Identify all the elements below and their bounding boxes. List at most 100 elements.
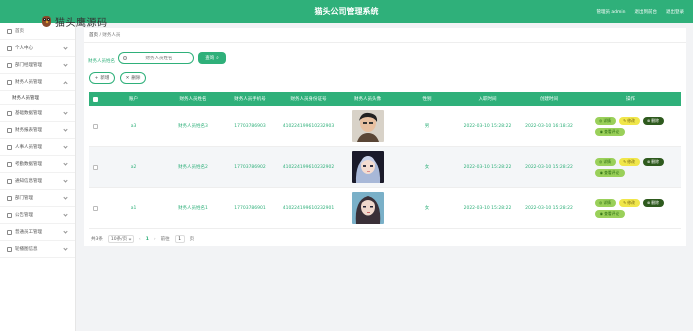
avatar-image xyxy=(351,110,384,142)
page-size-select[interactable]: 10条/页 xyxy=(107,235,134,243)
search-button[interactable]: 查询 ⌕ xyxy=(198,52,226,64)
row-actions: ◎ 详情 ✎ 修改 ⊗ 删除 ◉ 查看评论 xyxy=(594,116,667,136)
sidebar-item-profile[interactable]: 个人中心 xyxy=(0,40,75,57)
finance-icon xyxy=(7,79,12,85)
cell-idcard: 410224199610232901 xyxy=(282,205,335,211)
data-icon xyxy=(7,110,12,116)
sidebar-subitem-finance-staff[interactable]: 财务人员管理 xyxy=(0,91,75,105)
detail-button[interactable]: ◎ 详情 xyxy=(594,157,616,166)
review-button[interactable]: ◉ 查看评论 xyxy=(594,127,625,136)
header-name: 财务人员姓名 xyxy=(179,97,207,102)
user-icon xyxy=(7,45,12,51)
trash-icon: ✕ xyxy=(125,75,130,81)
comment-icon: ◉ xyxy=(599,211,604,216)
info-icon: ◎ xyxy=(599,118,603,123)
manager-icon xyxy=(7,62,12,68)
info-icon: ◎ xyxy=(599,159,603,164)
data-table: 账户 财务人员姓名 财务人员手机号 财务人员身份证号 财务人员头像 性别 入职时… xyxy=(89,92,681,229)
sidebar-item-staff[interactable]: 普通员工管理 xyxy=(0,224,75,241)
row-checkbox[interactable] xyxy=(93,205,98,211)
cell-entry-time: 2022-03-10 15:28:22 xyxy=(463,205,512,211)
header-entry-time: 入职时间 xyxy=(478,97,497,102)
edit-icon: ✎ xyxy=(623,200,627,205)
detail-button[interactable]: ◎ 详情 xyxy=(594,116,616,125)
trash-icon: ⊗ xyxy=(647,159,651,164)
search-icon xyxy=(123,56,127,60)
sidebar-item-finance-report[interactable]: 财务报表管理 xyxy=(0,122,75,139)
edit-button[interactable]: ✎ 修改 xyxy=(618,157,640,166)
cell-phone: 17703786902 xyxy=(234,164,266,170)
table-row: a2 财务人员姓名2 17703786902 41022419961023290… xyxy=(89,147,681,188)
header-ops: 操作 xyxy=(626,97,635,102)
select-all-checkbox[interactable] xyxy=(93,96,98,102)
sidebar-item-hr-staff[interactable]: 人事人员管理 xyxy=(0,139,75,156)
cell-sex: 男 xyxy=(424,124,430,129)
delete-button[interactable]: ✕ 删除 xyxy=(120,72,146,84)
divider xyxy=(84,42,686,43)
goto-page-input[interactable]: 1 xyxy=(174,235,185,243)
chevron-down-icon xyxy=(63,212,68,217)
sidebar: 首页 个人中心 部门经理管理 财务人员管理 财务人员管理 基础数据管理 财务报表… xyxy=(0,23,76,331)
hr-icon xyxy=(7,144,12,150)
search-input[interactable] xyxy=(129,55,189,61)
cell-created-time: 2022-03-10 16:18:32 xyxy=(525,123,573,129)
row-checkbox[interactable] xyxy=(93,164,98,170)
sidebar-item-basic-data[interactable]: 基础数据管理 xyxy=(0,105,75,122)
comment-icon: ◉ xyxy=(599,129,604,134)
cell-sex: 女 xyxy=(424,165,430,170)
sidebar-item-dept[interactable]: 部门管理 xyxy=(0,190,75,207)
report-icon xyxy=(7,127,12,133)
cell-name: 财务人员姓名3 xyxy=(178,124,208,129)
chevron-down-icon xyxy=(63,45,68,50)
sidebar-item-dept-manager[interactable]: 部门经理管理 xyxy=(0,57,75,74)
total-count: 共3条 xyxy=(91,237,103,242)
edit-button[interactable]: ✎ 修改 xyxy=(618,198,640,207)
front-link[interactable]: 退出到前台 xyxy=(635,9,658,15)
delete-row-button[interactable]: ⊗ 删除 xyxy=(642,157,664,166)
announcement-icon xyxy=(7,212,12,218)
review-button[interactable]: ◉ 查看评论 xyxy=(594,209,625,218)
info-icon: ◎ xyxy=(599,200,603,205)
table-row: a3 财务人员姓名3 17703786903 41022419961023290… xyxy=(89,106,681,147)
row-checkbox[interactable] xyxy=(93,123,98,129)
detail-button[interactable]: ◎ 详情 xyxy=(594,198,616,207)
user-label: 管理员 admin xyxy=(596,10,626,15)
sidebar-item-carousel[interactable]: 轮播图信息 xyxy=(0,241,75,258)
chevron-down-icon xyxy=(128,237,132,240)
add-button[interactable]: + 新增 xyxy=(89,72,115,84)
header-created-time: 创建时间 xyxy=(540,97,558,102)
delete-row-button[interactable]: ⊗ 删除 xyxy=(642,116,664,125)
edit-button[interactable]: ✎ 修改 xyxy=(618,116,640,125)
breadcrumb-home[interactable]: 首页 xyxy=(89,33,98,38)
cell-account: a2 xyxy=(130,164,137,170)
chevron-down-icon xyxy=(63,246,68,251)
search-field[interactable] xyxy=(118,52,194,64)
logo-text: 猫头鹰源码 xyxy=(55,17,108,29)
sidebar-item-announcement[interactable]: 公告管理 xyxy=(0,207,75,224)
chevron-down-icon xyxy=(63,62,68,67)
comment-icon: ◉ xyxy=(599,170,604,175)
cell-account: a1 xyxy=(130,205,137,211)
chevron-up-icon xyxy=(63,81,68,86)
sidebar-item-attendance[interactable]: 考勤数据管理 xyxy=(0,156,75,173)
chevron-down-icon xyxy=(63,195,68,200)
delete-row-button[interactable]: ⊗ 删除 xyxy=(642,198,664,207)
next-page-icon[interactable]: › xyxy=(154,237,156,242)
current-page[interactable]: 1 xyxy=(146,237,149,242)
page-suffix: 页 xyxy=(189,237,195,242)
logo: 猫头鹰源码 xyxy=(41,14,108,29)
sidebar-item-notice[interactable]: 通知信息管理 xyxy=(0,173,75,190)
edit-icon: ✎ xyxy=(623,118,627,123)
home-icon xyxy=(7,28,12,34)
cell-entry-time: 2022-03-10 15:28:22 xyxy=(463,164,512,170)
logout-link[interactable]: 退出登录 xyxy=(666,9,684,15)
prev-page-icon[interactable]: ‹ xyxy=(139,237,141,242)
carousel-icon xyxy=(7,246,12,252)
breadcrumb: 首页 / 财务人员 xyxy=(89,33,121,38)
staff-icon xyxy=(7,229,12,235)
sidebar-item-finance-staff[interactable]: 财务人员管理 xyxy=(0,74,75,91)
chevron-down-icon xyxy=(63,161,68,166)
review-button[interactable]: ◉ 查看评论 xyxy=(594,168,625,177)
search-icon: ⌕ xyxy=(216,56,219,61)
dept-icon xyxy=(7,195,12,201)
